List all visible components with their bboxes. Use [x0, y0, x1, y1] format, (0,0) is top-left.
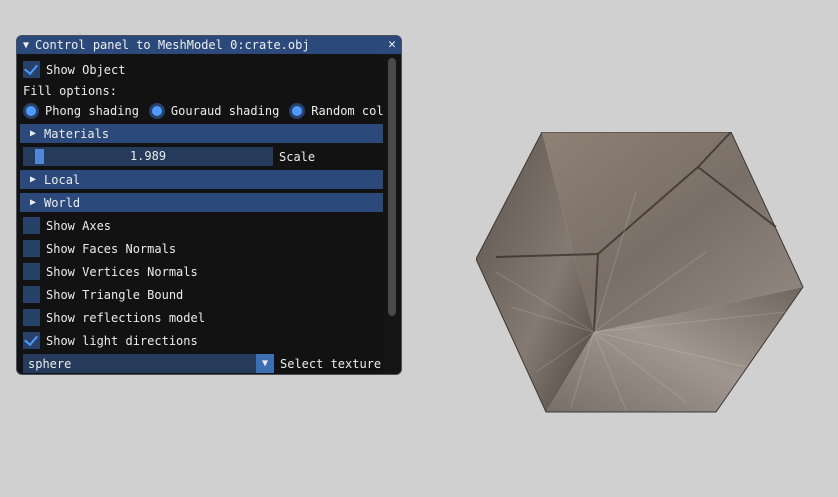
toggle-label: Show Vertices Normals [46, 264, 198, 279]
radio-button[interactable] [23, 102, 39, 119]
scale-slider-row: 1.989 Scale [23, 147, 383, 166]
show-object-checkbox[interactable]: Show Object [23, 60, 383, 79]
toggle-label: Show reflections model [46, 310, 205, 325]
close-icon[interactable]: ✕ [388, 37, 396, 52]
textured-cube-mesh [476, 132, 804, 413]
show-vertices-normals-checkbox[interactable]: Show Vertices Normals [23, 262, 383, 281]
toggle-label: Show light directions [46, 333, 198, 348]
checkbox-box[interactable] [23, 286, 40, 303]
show-object-label: Show Object [46, 62, 126, 77]
fill-options-row: Fill options: [23, 81, 383, 100]
radio-dot-icon [292, 105, 303, 116]
radio-dot-icon [151, 105, 162, 116]
toggle-label: Show Triangle Bound [46, 287, 184, 302]
section-label: Local [44, 172, 81, 187]
scrollbar[interactable] [383, 54, 401, 374]
window-title: Control panel to MeshModel 0:crate.obj [35, 38, 310, 52]
chevron-down-icon[interactable]: ▼ [256, 354, 274, 373]
radio-label: Gouraud shading [170, 103, 280, 118]
radio-dot-icon [26, 105, 36, 116]
window-titlebar[interactable]: ▼ Control panel to MeshModel 0:crate.obj… [17, 36, 401, 54]
radio-button[interactable] [289, 102, 306, 119]
scale-value: 1.989 [129, 149, 167, 163]
checkbox-box[interactable] [23, 240, 40, 257]
expand-arrow-icon: ▶ [30, 197, 37, 208]
expand-arrow-icon: ▶ [30, 128, 37, 139]
local-section-header[interactable]: ▶ Local [20, 170, 386, 189]
radio-phong-shading[interactable]: Phong shading [23, 102, 139, 119]
section-label: Materials [44, 126, 110, 141]
scrollbar-thumb[interactable] [388, 58, 396, 316]
checkbox-box[interactable] [23, 331, 40, 349]
checkmark-icon [24, 331, 38, 347]
fill-options-label: Fill options: [23, 83, 117, 98]
collapse-arrow-icon[interactable]: ▼ [23, 40, 29, 51]
checkbox-box[interactable] [23, 309, 40, 326]
radio-gouraud-shading[interactable]: Gouraud shading [148, 102, 280, 119]
show-faces-normals-checkbox[interactable]: Show Faces Normals [23, 239, 383, 258]
checkbox-box[interactable] [23, 263, 40, 280]
texture-select-row: sphere ▼ Select texture m [23, 354, 396, 373]
radio-button[interactable] [148, 102, 165, 119]
materials-section-header[interactable]: ▶ Materials [20, 124, 386, 143]
toggle-label: Show Axes [46, 218, 112, 233]
scale-label: Scale [279, 149, 316, 164]
expand-arrow-icon: ▶ [30, 174, 37, 185]
fill-options-radios: Phong shading Gouraud shading Random col… [23, 101, 398, 120]
section-label: World [44, 195, 81, 210]
texture-combo[interactable]: sphere ▼ [23, 354, 274, 373]
show-reflections-model-checkbox[interactable]: Show reflections model [23, 308, 383, 327]
texture-label: Select texture m [280, 356, 396, 371]
radio-label: Phong shading [45, 103, 139, 118]
checkmark-icon [24, 60, 38, 76]
checkbox-box[interactable] [23, 60, 40, 78]
checkbox-box[interactable] [23, 217, 40, 234]
control-panel-window[interactable]: ▼ Control panel to MeshModel 0:crate.obj… [16, 35, 402, 375]
world-section-header[interactable]: ▶ World [20, 193, 386, 212]
scale-slider[interactable]: 1.989 [23, 147, 273, 166]
show-axes-checkbox[interactable]: Show Axes [23, 216, 383, 235]
show-triangle-bound-checkbox[interactable]: Show Triangle Bound [23, 285, 383, 304]
texture-value: sphere [28, 356, 72, 371]
show-light-directions-checkbox[interactable]: Show light directions [23, 331, 383, 350]
toggle-label: Show Faces Normals [46, 241, 177, 256]
radio-random-color[interactable]: Random color [289, 102, 398, 119]
